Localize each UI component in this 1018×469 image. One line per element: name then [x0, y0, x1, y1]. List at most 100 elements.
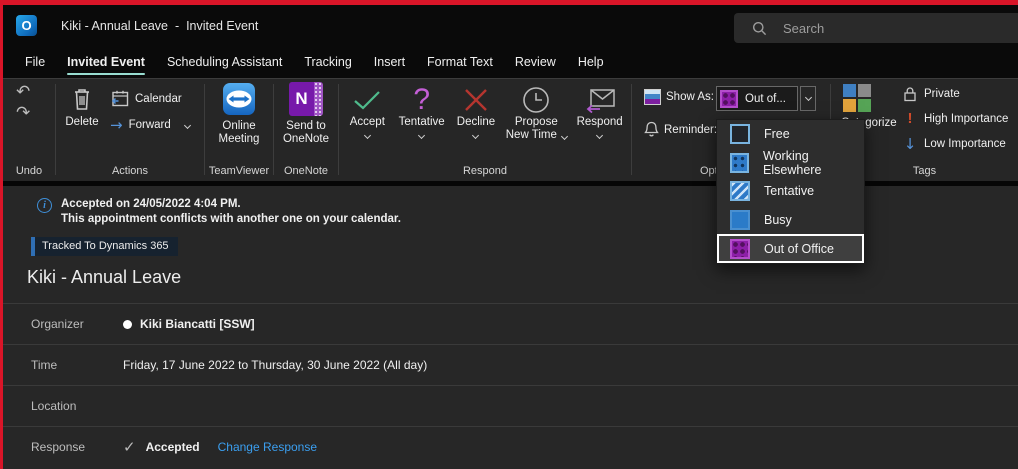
tab-invited-event[interactable]: Invited Event [56, 46, 156, 78]
forward-label: Forward [129, 119, 171, 131]
send-to-onenote-label-2: OneNote [283, 133, 329, 146]
tracked-to-dynamics-badge[interactable]: Tracked To Dynamics 365 [31, 237, 178, 256]
presence-dot-icon [123, 320, 132, 329]
teamviewer-group-label: TeamViewer [205, 165, 273, 177]
reminder-label: Reminder: [664, 124, 717, 136]
response-row: Response ✓ Accepted Change Response [3, 426, 1018, 467]
search-placeholder: Search [783, 21, 824, 36]
response-status: Accepted [146, 440, 200, 454]
decline-label: Decline [457, 116, 495, 129]
categorize-icon [843, 84, 871, 112]
outlook-window: O Kiki - Annual Leave - Invited Event Se… [0, 0, 1018, 469]
time-row: Time Friday, 17 June 2022 to Thursday, 3… [3, 344, 1018, 385]
online-meeting-label-1: Online [222, 120, 255, 133]
calendar-label: Calendar [135, 93, 182, 105]
organizer-label: Organizer [31, 317, 123, 331]
accepted-check-icon: ✓ [123, 438, 136, 456]
location-label: Location [31, 399, 123, 413]
lock-icon [903, 86, 917, 102]
onenote-group-label: OneNote [274, 165, 338, 177]
event-fields: Organizer Kiki Biancatti [SSW] Time Frid… [3, 303, 1018, 467]
private-button[interactable]: Private [903, 86, 1008, 102]
low-importance-label: Low Importance [924, 138, 1006, 150]
accept-label: Accept [350, 116, 385, 129]
option-label: Tentative [764, 184, 814, 198]
tab-format-text[interactable]: Format Text [416, 46, 504, 78]
high-importance-button[interactable]: ! High Importance [903, 110, 1008, 127]
clock-icon [522, 86, 550, 114]
respond-label: Respond [577, 116, 623, 129]
low-importance-button[interactable]: ↓ Low Importance [903, 135, 1008, 153]
showas-option-tentative[interactable]: Tentative [717, 177, 864, 206]
reminder-bell-icon [644, 121, 659, 138]
tab-review[interactable]: Review [504, 46, 567, 78]
delete-label: Delete [65, 116, 98, 129]
chevron-down-icon [561, 133, 568, 140]
out-of-office-swatch-icon [730, 239, 750, 259]
high-importance-icon: ! [903, 110, 917, 127]
time-value: Friday, 17 June 2022 to Thursday, 30 Jun… [123, 358, 427, 372]
showas-option-working-elsewhere[interactable]: Working Elsewhere [717, 149, 864, 178]
tentative-swatch-icon [730, 181, 750, 201]
onenote-icon: N [289, 82, 323, 116]
show-as-value: Out of... [745, 93, 786, 105]
menubar: File Invited Event Scheduling Assistant … [3, 46, 1018, 78]
info-icon: i [37, 198, 52, 213]
busy-swatch-icon [730, 210, 750, 230]
online-meeting-label-2: Meeting [219, 133, 260, 146]
actions-group-label: Actions [56, 165, 204, 177]
show-as-icon [644, 89, 661, 105]
event-detail-pane: i Accepted on 24/05/2022 4:04 PM. This a… [3, 186, 1018, 469]
undo-icon[interactable]: ↶ [16, 83, 55, 102]
undo-group-label: Undo [3, 165, 55, 177]
free-swatch-icon [730, 124, 750, 144]
showas-option-free[interactable]: Free [717, 120, 864, 149]
infobar-line1: Accepted on 24/05/2022 4:04 PM. [61, 197, 401, 212]
chevron-down-icon [472, 132, 479, 139]
tentative-question-icon: ? [413, 85, 430, 115]
infobar-line2: This appointment conflicts with another … [61, 212, 401, 227]
search-icon [752, 21, 767, 36]
ribbon-group-teamviewer: Online Meeting TeamViewer [205, 79, 273, 181]
chevron-down-icon [184, 121, 191, 128]
organizer-value[interactable]: Kiki Biancatti [SSW] [140, 317, 255, 331]
search-input[interactable]: Search [734, 13, 1018, 43]
send-to-onenote-label-1: Send to [286, 120, 326, 133]
tentative-label: Tentative [399, 116, 445, 129]
show-as-combobox[interactable]: Out of... [716, 86, 798, 111]
propose-label-2: New Time [506, 129, 567, 142]
showas-option-busy[interactable]: Busy [717, 206, 864, 235]
option-label: Free [764, 127, 790, 141]
calendar-button[interactable]: Calendar [110, 90, 190, 107]
outlook-app-icon: O [16, 15, 37, 36]
tab-tracking[interactable]: Tracking [293, 46, 362, 78]
tab-insert[interactable]: Insert [363, 46, 416, 78]
event-title: Kiki - Annual Leave [27, 267, 1018, 288]
show-as-dropdown-arrow[interactable] [800, 86, 816, 111]
out-of-office-swatch-icon [720, 90, 738, 108]
redo-icon[interactable]: ↷ [16, 104, 55, 123]
ribbon-group-respond: Accept ? Tentative Decline [339, 79, 631, 181]
chevron-down-icon [596, 132, 603, 139]
teamviewer-icon [222, 82, 256, 116]
showas-option-out-of-office[interactable]: Out of Office [717, 234, 864, 263]
infobar: i Accepted on 24/05/2022 4:04 PM. This a… [3, 186, 1018, 227]
decline-x-icon [463, 88, 489, 112]
tab-file[interactable]: File [14, 46, 56, 78]
ribbon-group-actions: Delete Calendar → [56, 79, 204, 181]
response-label: Response [31, 440, 123, 454]
chevron-down-icon [418, 132, 425, 139]
change-response-link[interactable]: Change Response [218, 440, 317, 454]
window-title: Kiki - Annual Leave - Invited Event [61, 19, 258, 33]
tab-scheduling-assistant[interactable]: Scheduling Assistant [156, 46, 293, 78]
low-importance-icon: ↓ [903, 135, 917, 153]
calendar-icon [110, 90, 129, 107]
tab-help[interactable]: Help [567, 46, 615, 78]
forward-button[interactable]: → Forward [110, 116, 190, 134]
option-label: Out of Office [764, 242, 834, 256]
ribbon-group-onenote: N Send to OneNote OneNote [274, 79, 338, 181]
show-as-dropdown-menu: Free Working Elsewhere Tentative Busy Ou… [716, 119, 865, 264]
location-row: Location [3, 385, 1018, 426]
respond-envelope-icon [584, 87, 616, 113]
option-label: Busy [764, 213, 792, 227]
